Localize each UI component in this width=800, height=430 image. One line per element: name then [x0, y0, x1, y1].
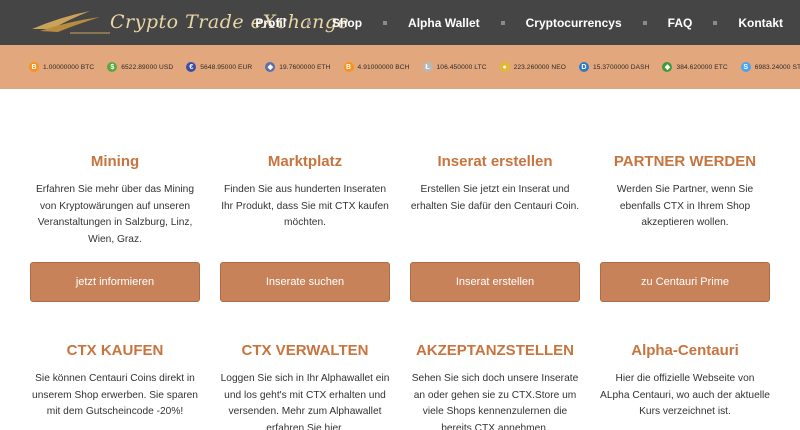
card-akzeptanzstellen: AKZEPTANZSTELLEN Sehen Sie sich doch uns…: [410, 342, 580, 430]
ticker-value: 6522.89000 USD: [121, 63, 174, 71]
ticker-item: B 1.00000000 BTC: [29, 62, 94, 72]
steem-icon: S: [740, 62, 751, 72]
ticker-value: 1.00000000 BTC: [43, 63, 95, 71]
ticker-value: 15.3700000 DASH: [592, 63, 650, 71]
nav-separator: [307, 20, 312, 25]
ticker-item: Ł 106.450000 LTC: [422, 62, 487, 72]
ticker-item: ● 223.260000 NEO: [499, 62, 566, 72]
nav-alpha-wallet[interactable]: Alpha Wallet: [408, 16, 480, 30]
card-text: Sehen Sie sich doch unsere Inserate an o…: [411, 373, 579, 430]
card-title: Inserat erstellen: [437, 153, 553, 170]
ticker-item: ◆ 384.620000 ETC: [662, 62, 728, 72]
nav-kontakt[interactable]: Kontakt: [738, 16, 783, 30]
litecoin-icon: Ł: [422, 62, 433, 72]
card-title: AKZEPTANZSTELLEN: [415, 342, 575, 359]
card-partner-werden: PARTNER WERDEN Werden Sie Partner, wenn …: [600, 153, 770, 232]
zu-centauri-prime-button[interactable]: zu Centauri Prime: [600, 262, 770, 302]
card-text: Werden Sie Partner, wenn Sie ebenfalls C…: [616, 184, 754, 228]
ticker-item: $6522.89000 USD: [107, 62, 173, 72]
nav-separator: [383, 20, 388, 25]
ticker-value: 223.260000 NEO: [513, 63, 566, 71]
card-ctx-verwalten: CTX VERWALTEN Loggen Sie sich in Ihr Alp…: [220, 342, 390, 430]
card-text: Finden Sie aus hunderten Inseraten Ihr P…: [221, 184, 389, 228]
nav-faq[interactable]: FAQ: [668, 16, 693, 30]
ticker-item: S6983.24000 STEEM: [740, 62, 800, 72]
nav-cryptocurrencys[interactable]: Cryptocurrencys: [526, 16, 622, 30]
card-text: Hier die offizielle Webseite von ALpha C…: [600, 373, 770, 417]
exchange-rate-ticker: B 1.00000000 BTC $6522.89000 USD €5648.9500…: [0, 45, 800, 89]
wing-logo-icon: [32, 11, 110, 34]
card-inserat-erstellen: Inserat erstellen Erstellen Sie jetzt ei…: [410, 153, 580, 215]
main-nav: Profil Shop Alpha Wallet Cryptocurrencys…: [255, 0, 800, 45]
eur-icon: €: [186, 62, 197, 72]
ticker-value: 19.7600000 ETH: [279, 63, 331, 71]
ethereum-classic-icon: ◆: [662, 62, 673, 72]
ticker-item: ◆ 19.7600000 ETH: [265, 62, 330, 72]
card-text: Erstellen Sie jetzt ein Inserat und erha…: [410, 184, 580, 212]
nav-separator: [642, 20, 647, 25]
nav-separator: [500, 20, 505, 25]
neo-icon: ●: [499, 62, 510, 72]
ticker-item: D 15.3700000 DASH: [578, 62, 650, 72]
nav-profil[interactable]: Profil: [255, 16, 286, 30]
ethereum-icon: ◆: [265, 62, 276, 72]
site-header: Crypto Trade eXchange Profil Shop Alpha …: [0, 0, 800, 45]
inserate-suchen-button[interactable]: Inserate suchen: [220, 262, 390, 302]
card-title: Marktplatz: [267, 153, 343, 170]
card-marktplatz: Marktplatz Finden Sie aus hunderten Inse…: [220, 153, 390, 232]
ticker-value: 384.620000 ETC: [676, 63, 728, 71]
nav-shop[interactable]: Shop: [332, 16, 362, 30]
card-ctx-kaufen: CTX KAUFEN Sie können Centauri Coins dir…: [30, 342, 200, 421]
ticker-value: 106.450000 LTC: [436, 63, 487, 71]
ticker-value: 5648.95000 EUR: [200, 63, 253, 71]
usd-icon: $: [107, 62, 118, 72]
ticker-item: €5648.95000 EUR: [186, 62, 252, 72]
nav-separator: [713, 20, 718, 25]
inserat-erstellen-button[interactable]: Inserat erstellen: [410, 262, 580, 302]
card-title: CTX VERWALTEN: [241, 342, 369, 359]
card-text: Erfahren Sie mehr über das Mining von Kr…: [36, 184, 194, 245]
bitcoin-cash-icon: B: [343, 62, 354, 72]
card-title: Mining: [90, 153, 140, 170]
bitcoin-icon: B: [29, 62, 39, 72]
card-title: Alpha-Centauri: [631, 342, 739, 359]
jetzt-informieren-button[interactable]: jetzt informieren: [30, 262, 200, 302]
card-title: CTX KAUFEN: [66, 342, 164, 359]
card-text: Loggen Sie sich in Ihr Alphawallet ein u…: [220, 373, 390, 430]
card-alpha-centauri: Alpha-Centauri Hier die offizielle Webse…: [600, 342, 770, 421]
card-title: PARTNER WERDEN: [613, 153, 757, 170]
ticker-item: B 4.91000000 BCH: [343, 62, 410, 72]
ticker-value: 6983.24000 STEEM: [754, 63, 800, 71]
card-text: Sie können Centauri Coins direkt in unse…: [32, 373, 198, 417]
dash-icon: D: [578, 62, 589, 72]
card-mining: Mining Erfahren Sie mehr über das Mining…: [30, 153, 200, 248]
ticker-value: 4.91000000 BCH: [357, 63, 410, 71]
